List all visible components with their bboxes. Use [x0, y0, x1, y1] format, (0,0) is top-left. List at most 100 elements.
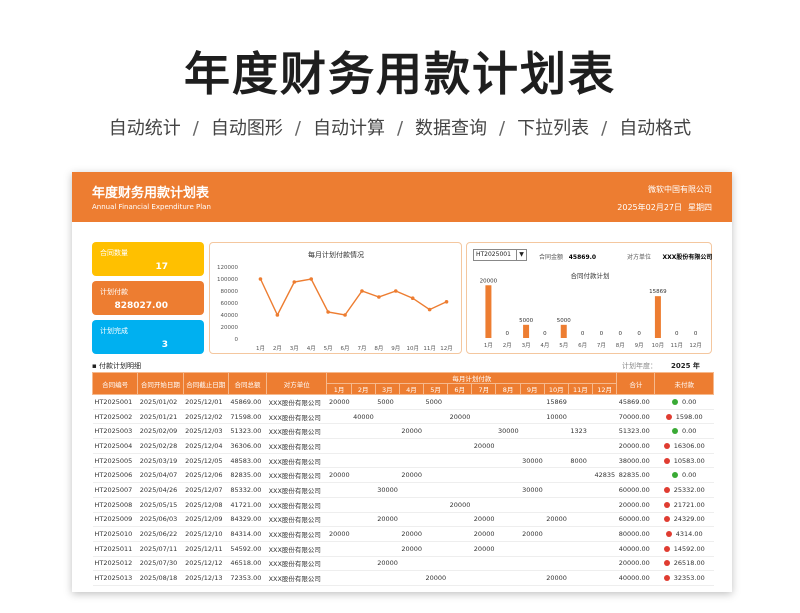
cell-month [447, 394, 472, 410]
cell-total: 45869.00 [616, 394, 655, 410]
y-tick-label: 80000 [221, 289, 239, 295]
cell-month: 10000 [544, 409, 569, 425]
unpaid-value: 0.00 [681, 397, 697, 406]
cell-start-date: 2025/05/15 [137, 497, 184, 513]
cell-unpaid: 24329.00 [654, 512, 714, 528]
cell-start-date: 2025/03/19 [137, 453, 184, 469]
cell-month [495, 512, 521, 528]
cell-end-date: 2025/12/06 [183, 467, 229, 484]
cell-contract-id: HT2025013 [92, 570, 138, 586]
cell-month [375, 423, 400, 440]
cell-month [399, 394, 424, 410]
table-row: HT2025003 2025/02/09 2025/12/03 51323.00 XXX… [92, 423, 714, 440]
th-month: 9月 [519, 383, 545, 395]
cell-month: 40000 [351, 409, 376, 425]
cell-amount: 36306.00 [228, 438, 267, 454]
cell-total: 60000.00 [616, 482, 655, 498]
unpaid-value: 0.00 [681, 427, 697, 436]
th-month: 12月 [591, 383, 618, 395]
cell-end-date: 2025/12/08 [183, 497, 229, 513]
data-point [427, 307, 432, 312]
cell-month [471, 423, 496, 440]
unpaid-value: 16306.00 [673, 441, 705, 450]
check-status-icon [671, 428, 678, 435]
unpaid-value: 10583.00 [673, 456, 705, 465]
cell-month [326, 438, 352, 454]
cell-month [544, 556, 569, 572]
main-title: 年度财务用款计划表 [184, 47, 616, 101]
cell-total: 40000.00 [616, 541, 655, 557]
cell-month: 8000 [568, 453, 593, 469]
cell-start-date: 2025/07/30 [137, 556, 184, 572]
th-month: 5月 [423, 383, 449, 395]
feature-item: 自动格式 [619, 118, 692, 139]
feature-separator: / [396, 118, 404, 139]
cell-contract-id: HT2025007 [92, 482, 138, 498]
x-tick-label: 12月 [689, 342, 702, 349]
cell-month [326, 409, 352, 425]
x-tick-label: 2月 [273, 345, 282, 352]
cell-month [568, 526, 593, 542]
card-label: 合同数量 [100, 249, 128, 257]
cell-month [544, 467, 569, 484]
unpaid-value: 25332.00 [673, 485, 705, 494]
cell-end-date: 2025/12/01 [183, 394, 229, 410]
th-month: 1月 [326, 383, 352, 395]
table-row: HT2025008 2025/05/15 2025/12/08 41721.00 XXX… [92, 497, 714, 513]
cell-month [544, 453, 569, 469]
cell-month [326, 482, 352, 498]
data-point [377, 295, 381, 299]
th-month: 4月 [398, 383, 425, 395]
th-month: 7月 [471, 383, 497, 395]
cell-month [351, 482, 376, 498]
cell-start-date: 2025/02/09 [137, 423, 184, 440]
table-row: HT2025002 2025/01/21 2025/12/02 71598.00 XXX… [92, 409, 714, 425]
cell-month: 20000 [375, 512, 400, 528]
cell-month [399, 556, 424, 572]
cell-end-date: 2025/12/11 [183, 541, 229, 557]
cell-month [423, 423, 448, 440]
feature-item: 自动计算 [312, 118, 385, 139]
th-amount: 合同总额 [227, 372, 268, 395]
th-month: 2月 [350, 383, 376, 395]
data-point [360, 289, 364, 293]
x-tick-label: 5月 [559, 342, 568, 349]
cell-month [495, 453, 521, 469]
cell-amount: 54592.00 [228, 541, 267, 557]
cell-month [471, 556, 496, 572]
cell-month [399, 438, 424, 454]
cross-status-icon [665, 531, 672, 538]
y-tick-label: 20000 [221, 325, 239, 331]
cell-month [592, 541, 617, 557]
cell-month [351, 453, 376, 469]
spreadsheet-preview: 年度财务用款计划表 Annual Financial Expenditure P… [72, 172, 732, 592]
cell-month: 5000 [375, 394, 400, 410]
cell-month [592, 453, 617, 469]
cell-month [375, 453, 400, 469]
cell-amount: 41721.00 [228, 497, 267, 513]
cell-month [568, 438, 593, 454]
th-unpaid: 未付款 [654, 372, 714, 395]
cell-amount: 84329.00 [228, 512, 267, 528]
cell-total: 60000.00 [616, 512, 655, 528]
y-tick-label: 0 [235, 337, 239, 343]
cell-month [544, 497, 569, 513]
x-tick-label: 7月 [597, 342, 606, 349]
cell-month [326, 556, 352, 572]
table-row: HT2025005 2025/03/19 2025/12/05 48583.00 XXX… [92, 453, 714, 469]
cell-month [568, 409, 593, 425]
unpaid-value: 4314.00 [675, 530, 703, 539]
cell-party: XXX股份有限公司 [266, 497, 327, 513]
cross-status-icon [665, 413, 672, 420]
cell-start-date: 2025/04/26 [137, 482, 184, 498]
cell-amount: 82835.00 [228, 467, 267, 484]
cell-total: 20000.00 [616, 438, 655, 454]
cell-month [592, 570, 617, 586]
x-tick-label: 8月 [616, 342, 625, 349]
contract-bar-chart-panel: HT2025001 ▼ 合同金额 45869.0 对方单位 XXX股份有限公司 … [466, 242, 712, 354]
th-monthly: 每月计划付款 [326, 372, 618, 384]
y-tick-label: 100000 [217, 277, 238, 283]
data-point [309, 277, 314, 281]
cell-month [592, 394, 617, 410]
cell-end-date: 2025/12/12 [183, 556, 229, 572]
